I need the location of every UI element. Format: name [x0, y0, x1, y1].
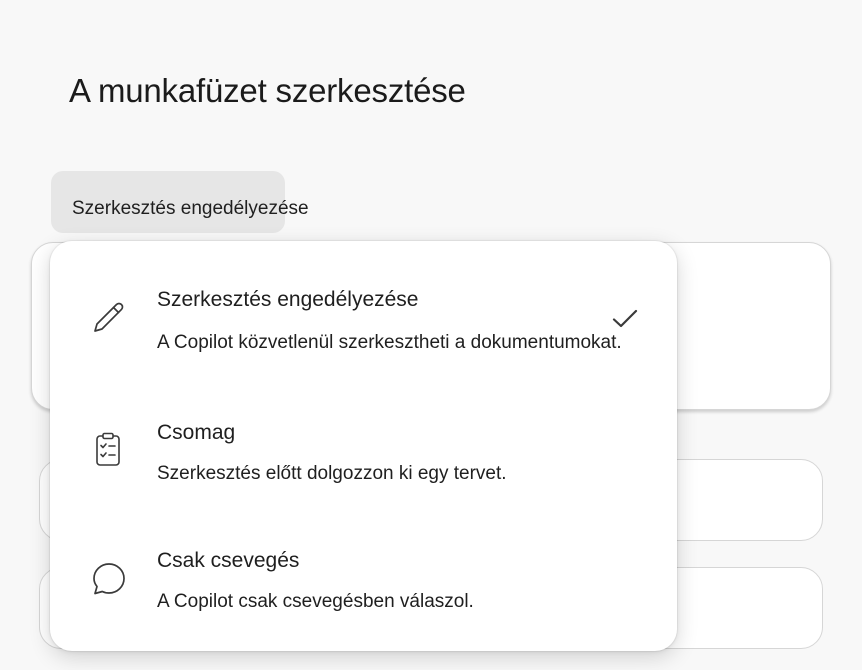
mode-dropdown-menu: Szerkesztés engedélyezése A Copilot közv…	[50, 241, 677, 651]
clipboard-checklist-icon	[89, 430, 129, 470]
menu-option-title: Csak csevegés	[157, 549, 300, 572]
chat-bubble-icon	[89, 559, 129, 599]
menu-option-title: Csomag	[157, 421, 236, 444]
menu-option-description: A Copilot közvetlenül szerkesztheti a do…	[157, 332, 622, 353]
menu-option-description: Szerkesztés előtt dolgozzon ki egy terve…	[157, 463, 507, 484]
menu-option-allow-editing[interactable]: Szerkesztés engedélyezése A Copilot közv…	[50, 241, 677, 369]
page-title: A munkafüzet szerkesztése	[69, 72, 466, 109]
mode-selector-button[interactable]: Szerkesztés engedélyezése	[51, 171, 309, 233]
menu-option-description: A Copilot csak csevegésben válaszol.	[157, 591, 474, 612]
pencil-icon	[89, 299, 129, 339]
menu-option-title: Szerkesztés engedélyezése	[157, 288, 419, 311]
menu-option-chat-only[interactable]: Csak csevegés A Copilot csak csevegésben…	[50, 509, 677, 637]
menu-option-plan[interactable]: Csomag Szerkesztés előtt dolgozzon ki eg…	[50, 377, 677, 505]
checkmark-icon	[611, 307, 639, 331]
